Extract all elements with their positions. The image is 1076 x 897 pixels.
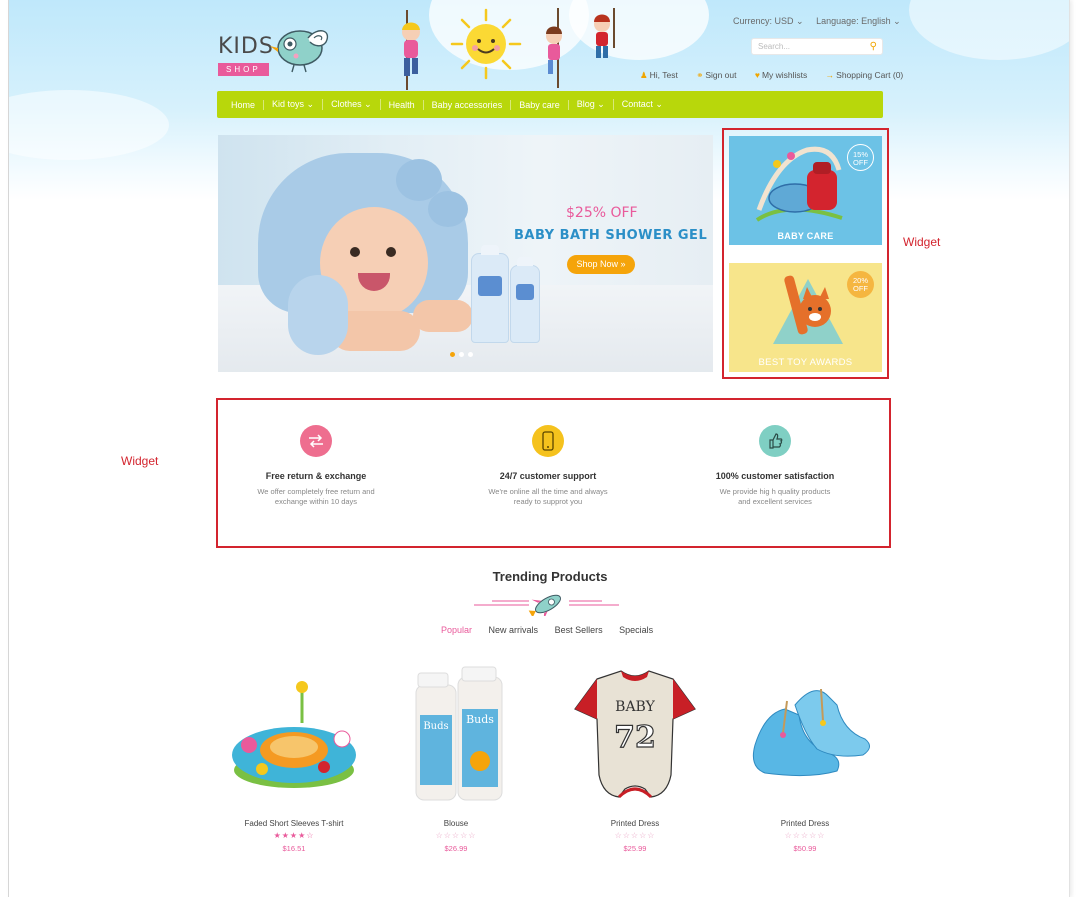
product-rating-stars: ☆☆☆☆☆	[614, 831, 656, 840]
search-input[interactable]: Search... ⚲	[751, 38, 883, 55]
user-links: ♟ Hi, Test ⚭ Sign out ♥ My wishlists → Shopp…	[640, 70, 919, 81]
widget-highlight-box-right	[722, 128, 889, 379]
product-tabs: Popular New arrivals Best Sellers Specia…	[441, 625, 667, 635]
product-rating-stars: ☆☆☆☆☆	[435, 831, 477, 840]
search-placeholder: Search...	[758, 42, 791, 51]
product-price: $25.99	[623, 844, 647, 853]
feature-free-return: Free return & exchange We offer complete…	[216, 425, 416, 507]
product-card[interactable]: Printed Dress ☆☆☆☆☆ $50.99	[725, 675, 885, 853]
logo-text: KIDS	[218, 34, 274, 59]
svg-text:Buds: Buds	[423, 721, 448, 732]
bird-logo-icon	[270, 30, 329, 73]
product-price: $16.51	[282, 844, 306, 853]
exchange-arrows-icon	[300, 425, 332, 457]
product-price: $26.99	[444, 844, 468, 853]
product-rating-stars: ★★★★☆	[273, 831, 315, 840]
product-image[interactable]: Buds Buds	[376, 665, 536, 815]
nav-item-contact[interactable]: Contact ⌄	[614, 99, 671, 110]
user-greeting-link[interactable]: ♟ Hi, Test	[640, 70, 686, 80]
shopping-cart-link[interactable]: → Shopping Cart (0)	[826, 70, 912, 80]
rocket-divider-icon	[474, 594, 619, 616]
feature-title: 24/7 customer support	[499, 471, 597, 481]
feature-description: We offer completely free return and exch…	[257, 487, 375, 507]
widget-annotation-left: Widget	[121, 454, 159, 468]
shop-now-button[interactable]: Shop Now »	[567, 255, 635, 274]
user-icon: ♟	[640, 70, 648, 80]
nav-item-health[interactable]: Health	[381, 99, 424, 110]
svg-text:Buds: Buds	[466, 713, 494, 726]
feature-description: We're online all the time and always rea…	[488, 487, 608, 507]
site-logo[interactable]: KIDS SHOP	[218, 34, 274, 77]
wishlists-link[interactable]: ♥ My wishlists	[755, 70, 815, 80]
key-icon: ⚭	[696, 70, 704, 80]
phone-icon	[532, 425, 564, 457]
product-card[interactable]: Buds Buds Blouse ☆☆☆☆☆ $26.99	[376, 665, 536, 853]
slider-dots	[450, 352, 473, 357]
product-image[interactable]	[725, 675, 885, 815]
svg-text:72: 72	[614, 720, 656, 755]
sign-out-link[interactable]: ⚭ Sign out	[696, 70, 744, 80]
tab-specials[interactable]: Specials	[619, 625, 653, 635]
cart-icon: →	[825, 70, 835, 80]
product-card[interactable]: Faded Short Sleeves T-shirt ★★★★☆ $16.51	[214, 675, 374, 853]
product-image[interactable]: BABY 72	[555, 665, 715, 815]
heart-icon: ♥	[754, 70, 760, 80]
currency-selector[interactable]: Currency: USD ⌄	[733, 16, 804, 26]
tab-popular[interactable]: Popular	[441, 625, 472, 635]
sun-illustration	[450, 8, 522, 80]
product-name[interactable]: Blouse	[376, 819, 536, 828]
search-icon[interactable]: ⚲	[870, 41, 877, 52]
product-image[interactable]	[214, 675, 374, 815]
nav-item-baby-accessories[interactable]: Baby accessories	[424, 99, 512, 110]
svg-text:BABY: BABY	[615, 699, 655, 715]
nav-item-baby-care[interactable]: Baby care	[511, 99, 569, 110]
climbing-kid-illustration	[402, 10, 420, 90]
feature-title: Free return & exchange	[265, 471, 367, 481]
product-price: $50.99	[793, 844, 817, 853]
slider-dot-2[interactable]	[459, 352, 464, 357]
feature-title: 100% customer satisfaction	[715, 471, 835, 481]
product-rating-stars: ☆☆☆☆☆	[784, 831, 826, 840]
hero-title: BABY BATH SHOWER GEL	[514, 228, 708, 243]
main-navigation: Home Kid toys ⌄ Clothes ⌄ Health Baby ac…	[217, 91, 883, 118]
feature-description: We provide hig h quality products and ex…	[719, 487, 831, 507]
nav-item-home[interactable]: Home	[223, 99, 265, 110]
logo-subtitle: SHOP	[218, 63, 269, 76]
nav-item-kid-toys[interactable]: Kid toys ⌄	[264, 99, 324, 110]
tab-best-sellers[interactable]: Best Sellers	[555, 625, 603, 635]
feature-satisfaction: 100% customer satisfaction We provide hi…	[675, 425, 875, 507]
slider-dot-3[interactable]	[468, 352, 473, 357]
thumbs-up-icon	[759, 425, 791, 457]
product-card[interactable]: BABY 72 Printed Dress ☆☆☆☆☆ $25.99	[555, 665, 715, 853]
feature-customer-support: 24/7 customer support We're online all t…	[448, 425, 648, 507]
trending-products-title: Trending Products	[492, 569, 608, 584]
hero-slider[interactable]	[218, 135, 713, 372]
product-name[interactable]: Printed Dress	[725, 819, 885, 828]
nav-item-blog[interactable]: Blog ⌄	[569, 99, 614, 110]
language-selector[interactable]: Language: English ⌄	[816, 16, 901, 26]
product-name[interactable]: Printed Dress	[555, 819, 715, 828]
swinging-kids-illustration	[546, 8, 615, 88]
nav-item-clothes[interactable]: Clothes ⌄	[323, 99, 381, 110]
tab-new-arrivals[interactable]: New arrivals	[489, 625, 539, 635]
product-name[interactable]: Faded Short Sleeves T-shirt	[214, 819, 374, 828]
slider-dot-1[interactable]	[450, 352, 455, 357]
hero-offer: $25% OFF	[566, 205, 638, 221]
widget-annotation-right: Widget	[903, 235, 941, 249]
